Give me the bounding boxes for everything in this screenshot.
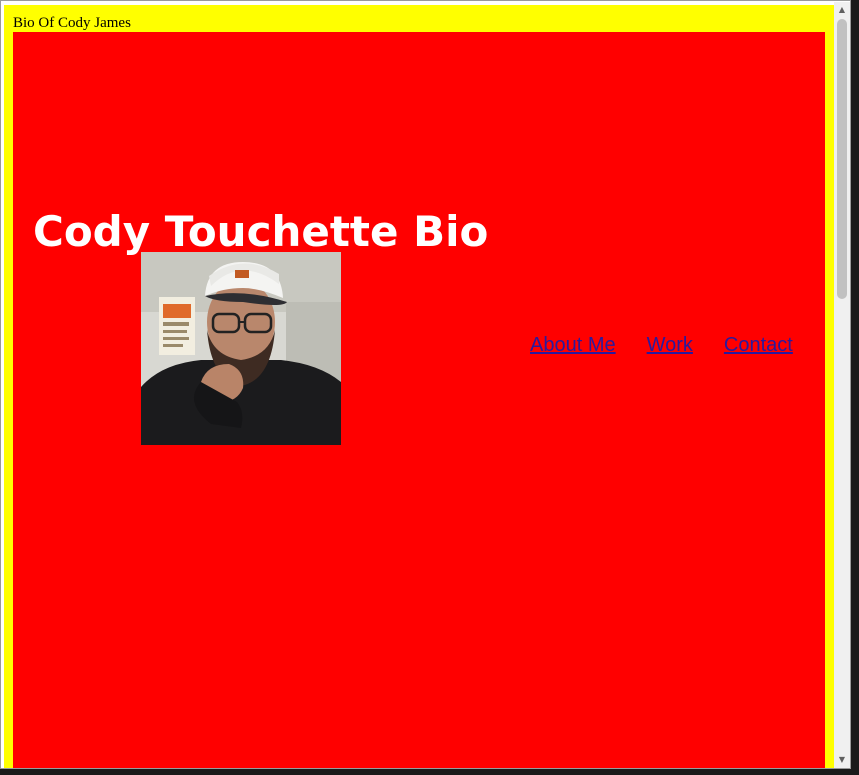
nav-link-about-me[interactable]: About Me [530,330,616,360]
vertical-scrollbar[interactable]: ▲ ▼ [834,2,850,768]
browser-window: Bio Of Cody James Cody Touchette Bio Abo… [0,0,851,769]
page-viewport: Bio Of Cody James Cody Touchette Bio Abo… [2,2,834,768]
page-body: Bio Of Cody James Cody Touchette Bio Abo… [4,5,834,768]
nav-link-work[interactable]: Work [647,330,693,360]
scroll-down-arrow-icon[interactable]: ▼ [834,752,850,768]
page-top-title: Bio Of Cody James [13,15,131,31]
portrait-image [141,252,341,445]
content-panel: Cody Touchette Bio About Me Work Contact [13,32,825,768]
nav-link-contact[interactable]: Contact [724,330,793,360]
main-nav: About Me Work Contact [530,330,793,360]
scroll-up-arrow-icon[interactable]: ▲ [834,2,850,18]
scrollbar-thumb[interactable] [837,19,847,299]
